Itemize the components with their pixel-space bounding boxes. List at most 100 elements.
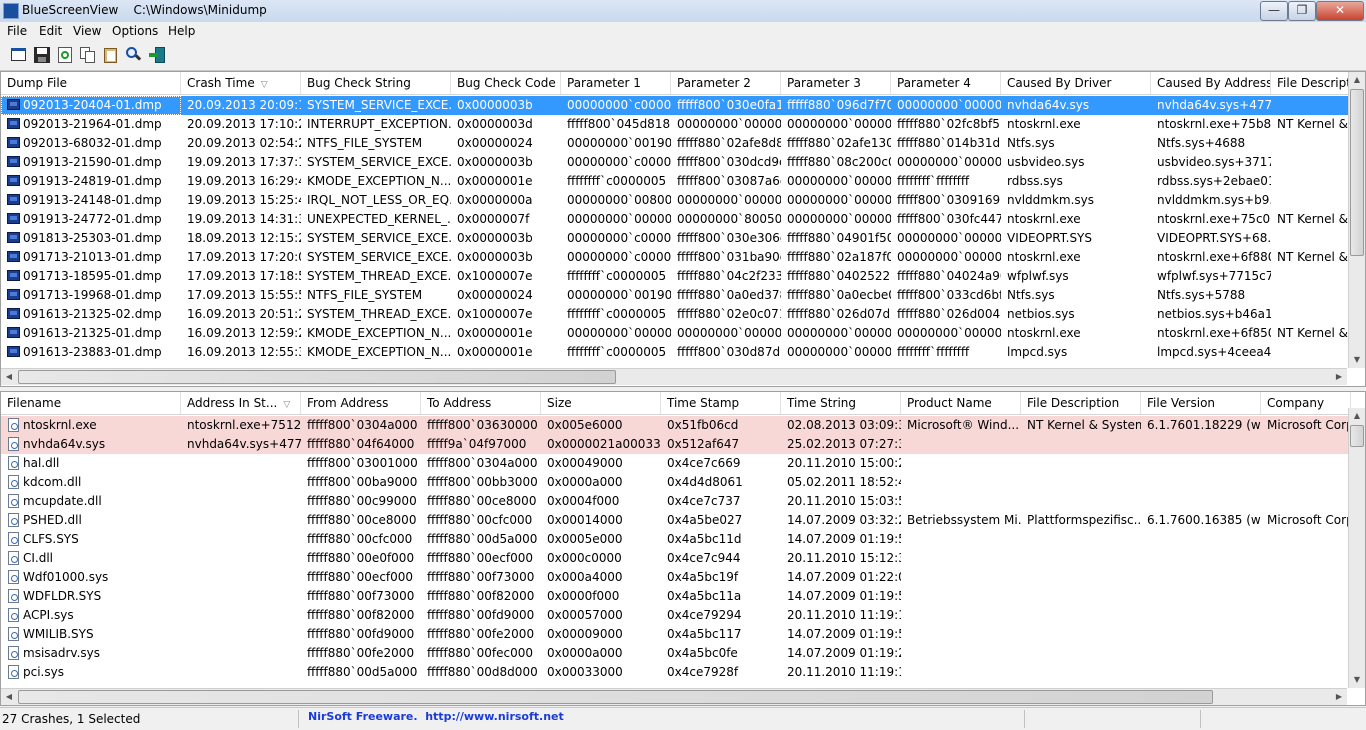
column-header-to-address[interactable]: To Address (421, 392, 541, 414)
scroll-up-arrow[interactable]: ▲ (1349, 408, 1365, 424)
table-row[interactable]: Wdf01000.sys fffff880`00ecf000 fffff880`00… (1, 568, 1351, 587)
table-row[interactable]: PSHED.dll fffff880`00ce8000 fffff880`00cfc… (1, 511, 1351, 530)
column-header-caused-by-driver[interactable]: Caused By Driver (1001, 72, 1151, 94)
column-header-parameter-3[interactable]: Parameter 3 (781, 72, 891, 94)
scroll-thumb[interactable] (1350, 89, 1364, 256)
scroll-thumb[interactable] (18, 370, 616, 384)
table-row[interactable]: CI.dll fffff880`00e0f000 fffff880`00ecf000… (1, 549, 1351, 568)
table-row[interactable]: kdcom.dll fffff800`00ba9000 fffff800`00bb3… (1, 473, 1351, 492)
table-row[interactable]: 091813-25303-01.dmp 18.09.2013 12:15:28 SY… (1, 229, 1351, 248)
table-row[interactable]: mcupdate.dll fffff880`00c99000 fffff880`00… (1, 492, 1351, 511)
column-header-address-in-st[interactable]: Address In St... ▽ (181, 392, 301, 414)
cell-filename: pci.sys (23, 665, 64, 679)
column-header-time-stamp[interactable]: Time Stamp (661, 392, 781, 414)
column-header-dump-file[interactable]: Dump File (1, 72, 181, 94)
table-row[interactable]: pci.sys fffff880`00d5a000 fffff880`00d8d00… (1, 663, 1351, 682)
maximize-button[interactable]: ❐ (1288, 1, 1316, 21)
cell-crash-time: 19.09.2013 17:37:11 (187, 155, 301, 169)
minimize-button[interactable]: — (1260, 1, 1288, 21)
driver-list-hscrollbar[interactable]: ◀ ▶ (1, 688, 1347, 705)
column-header-size[interactable]: Size (541, 392, 661, 414)
cell-bug-check-string: INTERRUPT_EXCEPTION... (307, 117, 451, 131)
scroll-right-arrow[interactable]: ▶ (1331, 369, 1347, 385)
table-row[interactable]: 091713-21013-01.dmp 17.09.2013 17:20:06 SY… (1, 248, 1351, 267)
table-row[interactable]: WDFLDR.SYS fffff880`00f73000 fffff880`00f8… (1, 587, 1351, 606)
save-icon[interactable] (33, 46, 51, 64)
cell-filename: hal.dll (23, 456, 60, 470)
crash-list-vscrollbar[interactable]: ▲ ▼ (1348, 72, 1365, 368)
cell-company (1261, 435, 1351, 454)
column-header-filename[interactable]: Filename (1, 392, 181, 414)
cell-file-descripti (1271, 191, 1351, 210)
cell-parameter-1: ffffffff`c0000005 (567, 345, 667, 359)
exit-icon[interactable] (148, 46, 166, 64)
scroll-thumb[interactable] (18, 690, 1213, 704)
table-row[interactable]: 091913-24772-01.dmp 19.09.2013 14:31:38 UN… (1, 210, 1351, 229)
column-header-file-description[interactable]: File Description (1021, 392, 1141, 414)
driver-list-vscrollbar[interactable]: ▲ ▼ (1348, 408, 1365, 688)
column-header-file-version[interactable]: File Version (1141, 392, 1261, 414)
copy-icon[interactable] (79, 46, 97, 64)
table-row[interactable]: 091613-23883-01.dmp 16.09.2013 12:55:35 KM… (1, 343, 1351, 362)
table-row[interactable]: nvhda64v.sys nvhda64v.sys+477... fffff880`… (1, 435, 1351, 454)
scroll-down-arrow[interactable]: ▼ (1349, 352, 1365, 368)
driver-list[interactable]: Filename Address In St... ▽ From Address To … (0, 391, 1366, 706)
table-row[interactable]: 091713-18595-01.dmp 17.09.2013 17:18:54 SY… (1, 267, 1351, 286)
cell-size: 0x0000021a00033000 (547, 437, 661, 451)
table-row[interactable]: msisadrv.sys fffff880`00fe2000 fffff880`00… (1, 644, 1351, 663)
table-row[interactable]: 091613-21325-01.dmp 16.09.2013 12:59:22 KM… (1, 324, 1351, 343)
cell-file-description (1021, 549, 1141, 568)
column-header-parameter-2[interactable]: Parameter 2 (671, 72, 781, 94)
scroll-down-arrow[interactable]: ▼ (1349, 672, 1365, 688)
menu-options[interactable]: Options (112, 24, 158, 38)
table-row[interactable]: ACPI.sys fffff880`00f82000 fffff880`00fd90… (1, 606, 1351, 625)
refresh-icon[interactable] (56, 46, 74, 64)
cell-company (1261, 549, 1351, 568)
table-row[interactable]: 091613-21325-02.dmp 16.09.2013 20:51:22 SY… (1, 305, 1351, 324)
close-button[interactable]: ✕ (1316, 1, 1364, 21)
column-header-parameter-1[interactable]: Parameter 1 (561, 72, 671, 94)
column-header-caused-by-address[interactable]: Caused By Address (1151, 72, 1271, 94)
column-header-from-address[interactable]: From Address (301, 392, 421, 414)
table-row[interactable]: 091913-24148-01.dmp 19.09.2013 15:25:48 IR… (1, 191, 1351, 210)
table-row[interactable]: WMILIB.SYS fffff880`00fd9000 fffff880`00fe… (1, 625, 1351, 644)
column-header-product-name[interactable]: Product Name (901, 392, 1021, 414)
table-row[interactable]: 092013-20404-01.dmp 20.09.2013 20:09:19 SY… (1, 96, 1351, 115)
column-header-bug-check-code[interactable]: Bug Check Code (451, 72, 561, 94)
scroll-left-arrow[interactable]: ◀ (1, 689, 17, 705)
nirsoft-link[interactable]: NirSoft Freeware. http://www.nirsoft.net (308, 710, 564, 723)
properties-icon[interactable] (10, 46, 28, 64)
cell-parameter-1: ffffffff`c0000005 (567, 307, 667, 321)
menu-help[interactable]: Help (168, 24, 195, 38)
table-row[interactable]: ntoskrnl.exe ntoskrnl.exe+75129 fffff800`0… (1, 416, 1351, 435)
column-header-parameter-4[interactable]: Parameter 4 (891, 72, 1001, 94)
crash-list[interactable]: Dump File Crash Time ▽ Bug Check String Bug … (0, 71, 1366, 387)
table-row[interactable]: 092013-21964-01.dmp 20.09.2013 17:10:21 IN… (1, 115, 1351, 134)
scroll-thumb[interactable] (1350, 425, 1364, 447)
cell-parameter-3: fffff880`02afe130 (787, 136, 891, 150)
cell-parameter-4: fffff880`02fc8bf5 (897, 117, 1000, 131)
find-icon[interactable] (125, 46, 143, 64)
cell-from-address: fffff800`03001000 (307, 456, 418, 470)
column-header-file-descripti[interactable]: File Descripti (1271, 72, 1351, 94)
table-row[interactable]: CLFS.SYS fffff880`00cfc000 fffff880`00d5a0… (1, 530, 1351, 549)
menu-edit[interactable]: Edit (39, 24, 62, 38)
scroll-right-arrow[interactable]: ▶ (1331, 689, 1347, 705)
cell-caused-by-driver: usbvideo.sys (1007, 155, 1085, 169)
column-header-company[interactable]: Company (1261, 392, 1351, 414)
menu-file[interactable]: File (7, 24, 27, 38)
cell-address-in-st: ntoskrnl.exe+75129 (187, 418, 301, 432)
table-row[interactable]: 091913-24819-01.dmp 19.09.2013 16:29:47 KM… (1, 172, 1351, 191)
column-header-bug-check-string[interactable]: Bug Check String (301, 72, 451, 94)
crash-list-hscrollbar[interactable]: ◀ ▶ (1, 368, 1347, 385)
table-row[interactable]: 091913-21590-01.dmp 19.09.2013 17:37:11 SY… (1, 153, 1351, 172)
menu-view[interactable]: View (73, 24, 101, 38)
column-header-time-string[interactable]: Time String (781, 392, 901, 414)
column-header-crash-time[interactable]: Crash Time ▽ (181, 72, 301, 94)
scroll-up-arrow[interactable]: ▲ (1349, 72, 1365, 88)
scroll-left-arrow[interactable]: ◀ (1, 369, 17, 385)
table-row[interactable]: 092013-68032-01.dmp 20.09.2013 02:54:21 NT… (1, 134, 1351, 153)
table-row[interactable]: 091713-19968-01.dmp 17.09.2013 15:55:51 NT… (1, 286, 1351, 305)
table-row[interactable]: hal.dll fffff800`03001000 fffff800`0304a00… (1, 454, 1351, 473)
clipboard-icon[interactable] (102, 46, 120, 64)
